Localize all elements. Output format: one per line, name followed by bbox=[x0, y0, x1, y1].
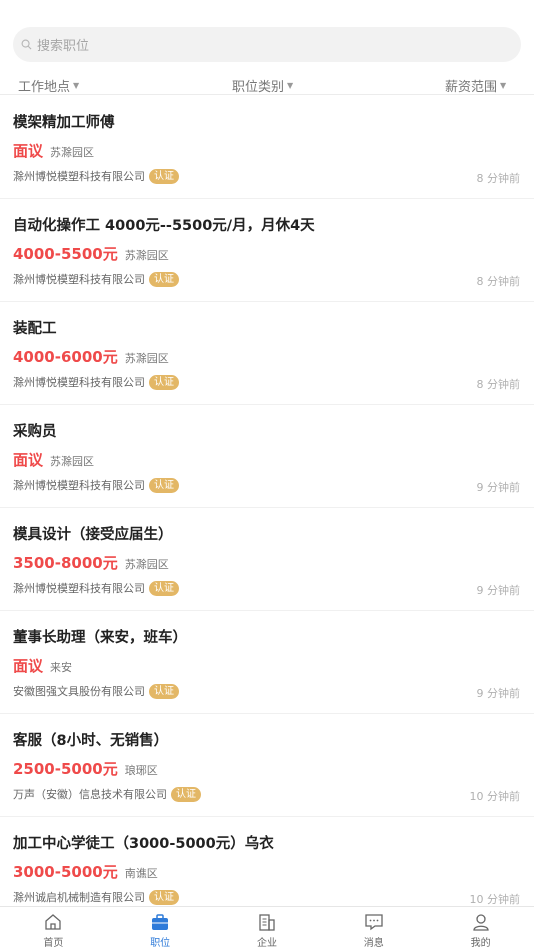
job-title: 董事长助理（来安，班车） bbox=[13, 630, 187, 646]
filter-bar: 工作地点 ▼ 职位类别 ▼ 薪资范围 ▼ bbox=[0, 72, 534, 95]
company-name: 滁州博悦模塑科技有限公司 bbox=[13, 376, 145, 389]
post-time: 8 分钟前 bbox=[476, 275, 521, 288]
search-icon bbox=[21, 39, 32, 50]
job-salary: 面议 bbox=[13, 142, 44, 160]
tab-home-label: 首页 bbox=[43, 938, 64, 949]
company-name: 滁州博悦模塑科技有限公司 bbox=[13, 582, 145, 595]
tab-messages-label: 消息 bbox=[363, 938, 384, 949]
tab-companies-label: 企业 bbox=[256, 938, 277, 949]
job-location: 苏滁园区 bbox=[124, 249, 169, 262]
job-salary: 4000-6000元 bbox=[13, 348, 118, 366]
verified-badge: 认证 bbox=[149, 889, 179, 905]
company-name: 滁州博悦模塑科技有限公司 bbox=[13, 170, 145, 183]
job-title: 加工中心学徒工（3000-5000元）乌衣 bbox=[13, 836, 274, 852]
post-time: 9 分钟前 bbox=[476, 481, 521, 494]
user-icon bbox=[472, 914, 489, 931]
job-salary: 面议 bbox=[13, 657, 44, 675]
job-title: 模架精加工师傅 bbox=[13, 115, 115, 131]
job-title: 采购员 bbox=[13, 424, 57, 440]
tab-profile-label: 我的 bbox=[470, 938, 491, 949]
job-title: 客服（8小时、无销售） bbox=[13, 733, 169, 749]
post-time: 8 分钟前 bbox=[476, 172, 521, 185]
search-placeholder: 搜索职位 bbox=[37, 39, 90, 54]
job-salary: 面议 bbox=[13, 451, 44, 469]
job-location: 南谯区 bbox=[124, 867, 158, 880]
post-time: 8 分钟前 bbox=[476, 378, 521, 391]
company-name: 滁州博悦模塑科技有限公司 bbox=[13, 273, 145, 286]
job-item[interactable]: 自动化操作工 4000元--5500元/月，月休4天 4000-5500元 苏滁园… bbox=[0, 199, 534, 302]
job-item[interactable]: 加工中心学徒工（3000-5000元）乌衣 3000-5000元 南谯区 滁州诚启… bbox=[0, 817, 534, 920]
bottom-tab-bar: 首页 职位 企业 消息 我的 bbox=[0, 906, 534, 950]
verified-badge: 认证 bbox=[149, 374, 179, 390]
post-time: 9 分钟前 bbox=[476, 584, 521, 597]
company-name: 滁州诚启机械制造有限公司 bbox=[13, 891, 145, 904]
company-name: 安徽图强文具股份有限公司 bbox=[13, 685, 145, 698]
building-icon bbox=[259, 914, 275, 931]
verified-badge: 认证 bbox=[149, 168, 179, 184]
tab-profile[interactable]: 我的 bbox=[427, 907, 534, 950]
job-item[interactable]: 客服（8小时、无销售） 2500-5000元 琅琊区 万声（安徽）信息技术有限公司… bbox=[0, 714, 534, 817]
post-time: 10 分钟前 bbox=[469, 790, 521, 803]
job-salary: 3000-5000元 bbox=[13, 863, 118, 881]
tab-messages[interactable]: 消息 bbox=[320, 907, 427, 950]
filter-location-label: 工作地点 bbox=[18, 80, 71, 95]
job-title: 装配工 bbox=[13, 321, 57, 337]
tab-companies[interactable]: 企业 bbox=[214, 907, 321, 950]
caret-down-icon: ▼ bbox=[500, 81, 507, 90]
job-item[interactable]: 装配工 4000-6000元 苏滁园区 滁州博悦模塑科技有限公司 认证 8 分钟前 bbox=[0, 302, 534, 405]
post-time: 9 分钟前 bbox=[476, 687, 521, 700]
tab-jobs-label: 职位 bbox=[150, 938, 171, 949]
verified-badge: 认证 bbox=[149, 683, 179, 699]
caret-down-icon: ▼ bbox=[73, 81, 80, 90]
filter-location[interactable]: 工作地点 ▼ bbox=[18, 76, 79, 95]
filter-category[interactable]: 职位类别 ▼ bbox=[232, 76, 293, 95]
job-item[interactable]: 董事长助理（来安，班车） 面议 来安 安徽图强文具股份有限公司 认证 9 分钟前 bbox=[0, 611, 534, 714]
verified-badge: 认证 bbox=[149, 580, 179, 596]
job-title: 模具设计（接受应届生） bbox=[13, 527, 173, 543]
job-list: 模架精加工师傅 面议 苏滁园区 滁州博悦模塑科技有限公司 认证 8 分钟前 自动化操… bbox=[0, 96, 534, 920]
job-location: 苏滁园区 bbox=[50, 146, 95, 159]
company-name: 滁州博悦模塑科技有限公司 bbox=[13, 479, 145, 492]
job-salary: 4000-5500元 bbox=[13, 245, 118, 263]
tab-jobs[interactable]: 职位 bbox=[107, 907, 214, 950]
job-location: 琅琊区 bbox=[124, 764, 158, 777]
briefcase-icon bbox=[152, 914, 169, 930]
filter-salary[interactable]: 薪资范围 ▼ bbox=[445, 76, 506, 95]
caret-down-icon: ▼ bbox=[287, 81, 294, 90]
job-title: 自动化操作工 4000元--5500元/月，月休4天 bbox=[13, 218, 315, 234]
job-location: 苏滁园区 bbox=[124, 558, 169, 571]
job-item[interactable]: 采购员 面议 苏滁园区 滁州博悦模塑科技有限公司 认证 9 分钟前 bbox=[0, 405, 534, 508]
company-name: 万声（安徽）信息技术有限公司 bbox=[13, 788, 167, 801]
verified-badge: 认证 bbox=[149, 271, 179, 287]
message-icon bbox=[365, 914, 383, 931]
search-bar[interactable]: 搜索职位 bbox=[13, 27, 521, 62]
verified-badge: 认证 bbox=[149, 477, 179, 493]
tab-home[interactable]: 首页 bbox=[0, 907, 107, 950]
job-item[interactable]: 模架精加工师傅 面议 苏滁园区 滁州博悦模塑科技有限公司 认证 8 分钟前 bbox=[0, 96, 534, 199]
job-salary: 3500-8000元 bbox=[13, 554, 118, 572]
filter-salary-label: 薪资范围 bbox=[445, 80, 498, 95]
job-location: 来安 bbox=[50, 661, 73, 674]
job-location: 苏滁园区 bbox=[50, 455, 95, 468]
job-salary: 2500-5000元 bbox=[13, 760, 118, 778]
filter-category-label: 职位类别 bbox=[232, 80, 285, 95]
post-time: 10 分钟前 bbox=[469, 893, 521, 906]
job-location: 苏滁园区 bbox=[124, 352, 169, 365]
home-icon bbox=[45, 914, 62, 930]
verified-badge: 认证 bbox=[171, 786, 201, 802]
job-item[interactable]: 模具设计（接受应届生） 3500-8000元 苏滁园区 滁州博悦模塑科技有限公司认… bbox=[0, 508, 534, 611]
